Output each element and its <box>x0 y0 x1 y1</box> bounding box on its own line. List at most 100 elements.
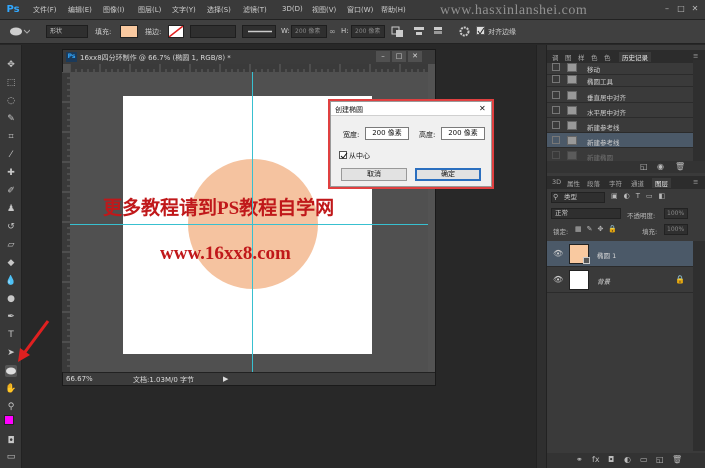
stroke-type-select[interactable] <box>242 25 276 38</box>
foreground-color-swatch[interactable] <box>4 415 14 425</box>
link-layers-icon[interactable]: ⚭ <box>576 455 583 464</box>
tab-3d[interactable]: 3D <box>552 178 561 186</box>
layer-name[interactable]: 背景 <box>597 276 610 286</box>
history-brush-tool-icon[interactable]: ↺ <box>5 221 17 233</box>
width-field[interactable]: 200 像素 <box>291 25 327 38</box>
from-center-checkbox[interactable] <box>339 151 348 159</box>
close-icon[interactable]: ✕ <box>689 3 701 15</box>
tab-channels[interactable]: 通道 <box>631 178 644 188</box>
paint-bucket-tool-icon[interactable]: ◆ <box>5 257 17 269</box>
layer-row[interactable]: 👁 背景 🔒 <box>547 267 693 293</box>
adjustment-layer-icon[interactable]: ◐ <box>624 455 631 464</box>
menu-layer[interactable]: 图层(L) <box>138 5 161 15</box>
layer-row-selected[interactable]: 👁 椭圆 1 <box>547 241 693 267</box>
eye-icon[interactable]: 👁 <box>553 275 563 285</box>
layer-filter-icons[interactable]: ▣◐T▭◧ <box>611 192 691 203</box>
layer-mask-icon[interactable]: ◘ <box>608 455 614 464</box>
menu-filter[interactable]: 滤镜(T) <box>243 5 267 15</box>
clone-stamp-tool-icon[interactable]: ♟ <box>5 203 17 215</box>
camera-icon[interactable]: ◉ <box>657 162 664 171</box>
doc-restore-icon[interactable]: □ <box>392 51 406 62</box>
quick-select-tool-icon[interactable]: ✎ <box>5 113 17 125</box>
history-item[interactable]: 新建参考线 <box>547 118 693 133</box>
path-operations-icon[interactable] <box>391 25 405 38</box>
history-checkbox[interactable] <box>552 91 560 99</box>
horizontal-guide[interactable] <box>70 224 428 225</box>
status-menu-arrow-icon[interactable]: ▶ <box>223 375 228 383</box>
ellipse-tool-preset-icon[interactable] <box>8 25 31 38</box>
history-checkbox[interactable] <box>552 75 560 83</box>
collapsed-panel-strip[interactable] <box>536 45 546 468</box>
layers-scrollbar[interactable] <box>693 241 705 451</box>
opacity-field[interactable]: 100% <box>664 208 688 219</box>
zoom-level[interactable]: 66.67% <box>66 375 93 383</box>
hand-tool-icon[interactable]: ✋ <box>5 383 17 395</box>
tab-properties[interactable]: 属性 <box>567 178 580 188</box>
fill-swatch[interactable] <box>120 25 138 38</box>
history-checkbox[interactable] <box>552 106 560 114</box>
menu-view[interactable]: 视图(V) <box>312 5 336 15</box>
menu-file[interactable]: 文件(F) <box>33 5 57 15</box>
menu-type[interactable]: 文字(Y) <box>172 5 196 15</box>
layer-filter-select[interactable]: 类型 <box>551 192 605 203</box>
history-scrollbar[interactable] <box>693 60 705 161</box>
healing-brush-tool-icon[interactable]: ✚ <box>5 167 17 179</box>
blur-tool-icon[interactable]: 💧 <box>5 275 17 287</box>
dialog-close-icon[interactable]: ✕ <box>479 104 486 113</box>
history-checkbox[interactable] <box>552 136 560 144</box>
dodge-tool-icon[interactable]: ● <box>5 293 17 305</box>
tab-layers[interactable]: 图层 <box>652 178 671 188</box>
geometry-options-gear-icon[interactable] <box>458 25 471 38</box>
layer-name[interactable]: 椭圆 1 <box>597 250 616 260</box>
dialog-height-input[interactable]: 200 像素 <box>441 127 485 140</box>
history-item[interactable]: 垂直居中对齐 <box>547 88 693 103</box>
brush-tool-icon[interactable]: ✐ <box>5 185 17 197</box>
link-icon[interactable]: ∞ <box>329 27 338 36</box>
stroke-none-swatch[interactable] <box>168 25 184 38</box>
delete-layer-icon[interactable]: 🗑 <box>672 455 682 464</box>
zoom-tool-icon[interactable]: ⚲ <box>5 401 17 413</box>
path-alignment-icon[interactable] <box>412 25 426 38</box>
menu-image[interactable]: 图像(I) <box>103 5 125 15</box>
tab-paragraph[interactable]: 段落 <box>587 178 600 188</box>
document-titlebar[interactable]: Ps 16xx8四分环制作 @ 66.7% (椭圆 1, RGB/8) * – … <box>63 50 435 64</box>
trash-icon[interactable]: 🗑 <box>675 162 685 171</box>
ok-button[interactable]: 确定 <box>415 168 481 181</box>
vertical-guide[interactable] <box>252 72 253 372</box>
eraser-tool-icon[interactable]: ▱ <box>5 239 17 251</box>
doc-close-icon[interactable]: ✕ <box>408 51 422 62</box>
history-checkbox[interactable] <box>552 63 560 71</box>
menu-edit[interactable]: 编辑(E) <box>68 5 92 15</box>
tab-character[interactable]: 字符 <box>609 178 622 188</box>
eye-icon[interactable]: 👁 <box>553 249 563 259</box>
dialog-titlebar[interactable]: 创建椭圆 ✕ <box>331 102 491 116</box>
menu-3d[interactable]: 3D(D) <box>282 5 303 13</box>
menu-window[interactable]: 窗口(W) <box>347 5 373 15</box>
path-arrangement-icon[interactable] <box>432 25 446 38</box>
new-layer-icon[interactable]: ◱ <box>656 455 664 464</box>
new-document-from-state-icon[interactable]: ◱ <box>640 162 648 171</box>
menu-select[interactable]: 选择(S) <box>207 5 231 15</box>
crop-tool-icon[interactable]: ⌗ <box>5 131 17 143</box>
blend-mode-select[interactable]: 正常 <box>551 208 621 219</box>
history-item-selected[interactable]: 新建参考线 <box>547 133 693 148</box>
panel-menu-icon[interactable]: ≡ <box>693 52 698 60</box>
screen-mode-icon[interactable]: ▭ <box>5 451 17 463</box>
lock-icons[interactable]: ▦✎✥🔒 <box>575 225 631 235</box>
layers-panel-menu-icon[interactable]: ≡ <box>693 178 698 186</box>
layer-style-icon[interactable]: fx <box>592 455 600 464</box>
shape-mode-select[interactable]: 形状 <box>46 25 88 38</box>
history-item[interactable]: 椭圆工具 <box>547 72 693 87</box>
lasso-tool-icon[interactable]: ◌ <box>5 95 17 107</box>
move-tool-icon[interactable]: ✥ <box>5 59 17 71</box>
history-checkbox[interactable] <box>552 151 560 159</box>
history-item[interactable]: 水平居中对齐 <box>547 103 693 118</box>
new-group-icon[interactable]: ▭ <box>640 455 648 464</box>
cancel-button[interactable]: 取消 <box>341 168 407 181</box>
ellipse-tool-icon[interactable] <box>5 365 17 377</box>
align-edges-checkbox[interactable] <box>476 26 485 35</box>
maximize-icon[interactable]: □ <box>675 3 687 15</box>
minimize-icon[interactable]: – <box>661 3 673 15</box>
fill-field[interactable]: 100% <box>664 224 688 235</box>
eyedropper-tool-icon[interactable]: ⁄ <box>5 149 17 161</box>
